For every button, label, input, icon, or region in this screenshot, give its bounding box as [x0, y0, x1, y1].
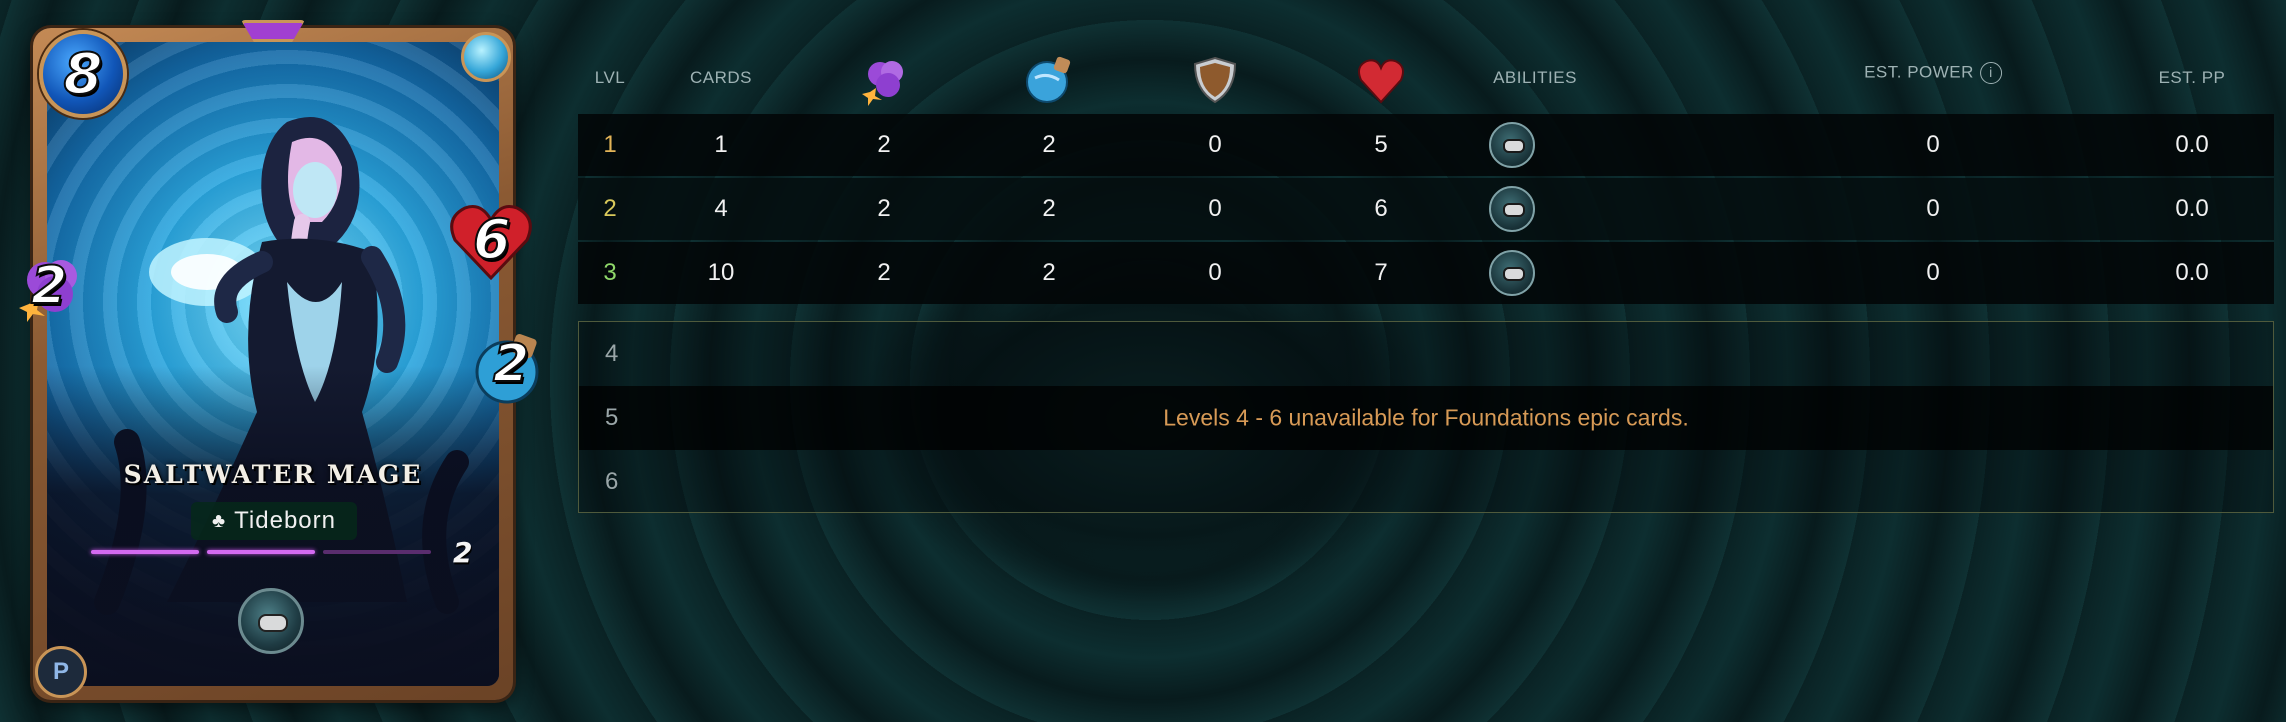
- magic-attack-badge: 2: [15, 250, 91, 326]
- speed-value: 2: [492, 333, 530, 395]
- cell-armor: 0: [1208, 259, 1222, 286]
- level-bar-segment: [207, 550, 315, 554]
- header-est-pp: EST. PP: [2158, 68, 2226, 87]
- mana-cost-orb: 8: [39, 30, 127, 118]
- locked-row-6: 6: [579, 450, 2273, 514]
- card-name: SALTWATER MAGE: [123, 460, 423, 489]
- level-stats-table: LVL CARDS ABILITIES EST. POWER i EST. PP …: [578, 52, 2274, 304]
- rarity-gem: [241, 20, 305, 42]
- edition-label: Tideborn: [234, 507, 336, 534]
- cell-cards: 1: [714, 131, 728, 158]
- cell-cards: 4: [714, 195, 728, 222]
- cell-attack: 2: [877, 195, 891, 222]
- ability-icon[interactable]: [238, 588, 304, 654]
- edition-glyph-icon: ♣: [212, 509, 227, 532]
- table-header: LVL CARDS ABILITIES EST. POWER i EST. PP: [578, 52, 2274, 112]
- magic-attack-icon: [862, 61, 903, 106]
- edition-badge: ♣ Tideborn: [191, 502, 357, 540]
- locked-row-4: 4: [579, 322, 2273, 386]
- cell-speed: 2: [1042, 131, 1056, 158]
- cell-lvl: 1: [603, 131, 617, 158]
- cell-est-pp: 0.0: [2175, 195, 2209, 222]
- header-est-power-label: EST. POWER: [1864, 62, 1974, 82]
- cell-speed: 2: [1042, 259, 1056, 286]
- ability-icon[interactable]: [1489, 122, 1535, 168]
- cell-cards: 10: [707, 259, 735, 286]
- table-row: 2 4 2 2 0 6 0 0.0: [578, 178, 2274, 240]
- health-value: 6: [472, 207, 512, 272]
- water-element-icon: [461, 32, 511, 82]
- locked-level-number: 6: [605, 468, 619, 495]
- cell-lvl: 3: [603, 259, 617, 286]
- cell-attack: 2: [877, 131, 891, 158]
- cell-est-power: 0: [1926, 195, 1940, 222]
- card-level: 2: [453, 536, 473, 569]
- locked-levels-panel: 4 5 Levels 4 - 6 unavailable for Foundat…: [578, 321, 2274, 513]
- cell-est-pp: 0.0: [2175, 259, 2209, 286]
- cell-attack: 2: [877, 259, 891, 286]
- health-heart-icon: [1358, 59, 1404, 104]
- cell-armor: 0: [1208, 131, 1222, 158]
- header-lvl: LVL: [594, 68, 626, 87]
- header-abilities: ABILITIES: [1493, 68, 1577, 87]
- cell-armor: 0: [1208, 195, 1222, 222]
- info-icon[interactable]: i: [1979, 62, 2002, 84]
- speed-icon: [1026, 56, 1071, 103]
- locked-message: Levels 4 - 6 unavailable for Foundations…: [1163, 404, 1689, 431]
- speed-badge: 2: [467, 328, 547, 408]
- cell-est-power: 0: [1926, 259, 1940, 286]
- armor-shield-icon: [1193, 56, 1237, 104]
- table-row: 3 10 2 2 0 7 0 0.0: [578, 242, 2274, 304]
- cell-est-power: 0: [1926, 131, 1940, 158]
- locked-level-number: 4: [605, 340, 619, 367]
- health-badge: 6: [445, 198, 537, 284]
- level-bar-segment: [91, 550, 199, 554]
- locked-level-number: 5: [605, 404, 619, 431]
- cell-health: 5: [1374, 131, 1388, 158]
- table-body: 1 1 2 2 0 5 0 0.0 2 4 2 2 0 6 0 0.0 3 10 2 2 0 7 0 0.0: [578, 114, 2274, 304]
- cell-est-pp: 0.0: [2175, 131, 2209, 158]
- cell-health: 6: [1374, 195, 1388, 222]
- set-logo-icon: P: [35, 646, 87, 698]
- attack-value: 2: [30, 255, 68, 317]
- ability-icon[interactable]: [1489, 250, 1535, 296]
- locked-row-5: 5 Levels 4 - 6 unavailable for Foundatio…: [579, 386, 2273, 450]
- card-frame: 8 2 6 2 SALTWATER MAGE ♣ Tideborn 2 P: [19, 20, 539, 700]
- level-bar-segment: [323, 550, 431, 554]
- cell-lvl: 2: [603, 195, 617, 222]
- level-progress: [91, 550, 431, 554]
- cell-speed: 2: [1042, 195, 1056, 222]
- mana-cost-value: 8: [63, 41, 104, 108]
- cell-health: 7: [1374, 259, 1388, 286]
- ability-icon[interactable]: [1489, 186, 1535, 232]
- table-row: 1 1 2 2 0 5 0 0.0: [578, 114, 2274, 176]
- header-cards: CARDS: [689, 68, 753, 87]
- header-est-power: EST. POWER i: [1864, 62, 2002, 84]
